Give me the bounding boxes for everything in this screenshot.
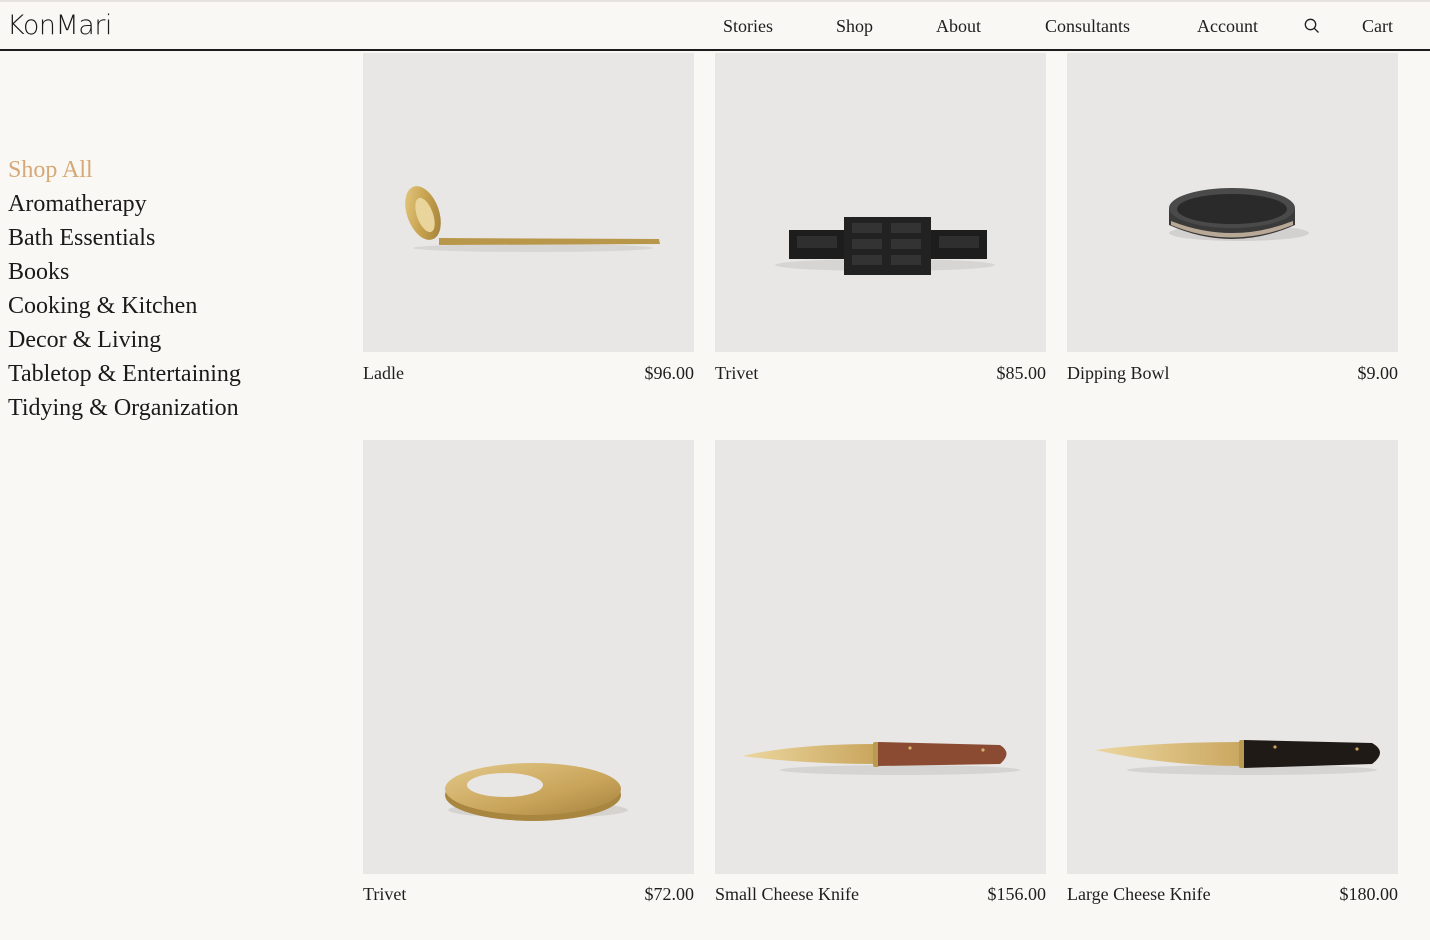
product-price: $156.00 xyxy=(987,884,1047,904)
nav-shop[interactable]: Shop xyxy=(836,16,873,37)
search-icon xyxy=(1304,18,1319,33)
category-cooking-kitchen[interactable]: Cooking & Kitchen xyxy=(8,294,197,318)
product-name[interactable]: Large Cheese Knife xyxy=(1067,884,1211,905)
nav-stories[interactable]: Stories xyxy=(723,16,773,37)
small-cheese-knife-image xyxy=(742,742,1020,775)
product-price: $9.00 xyxy=(1357,363,1399,383)
nav-account[interactable]: Account xyxy=(1197,16,1258,37)
site-header: KonMari Stories Shop About Consultants A… xyxy=(0,0,1430,51)
category-books[interactable]: Books xyxy=(8,260,69,284)
product-price: $72.00 xyxy=(644,884,695,904)
product-name[interactable]: Dipping Bowl xyxy=(1067,363,1170,384)
product-price: $180.00 xyxy=(1339,884,1399,904)
category-tidying-organization[interactable]: Tidying & Organization xyxy=(8,396,239,420)
product-card[interactable]: Dipping Bowl $9.00 xyxy=(1067,53,1398,388)
product-image[interactable] xyxy=(363,440,694,874)
product-card[interactable]: Ladle $96.00 xyxy=(363,53,694,388)
trivet-black-image xyxy=(775,217,995,275)
product-image[interactable] xyxy=(1067,53,1398,352)
product-name[interactable]: Ladle xyxy=(363,363,404,384)
product-card[interactable]: Large Cheese Knife $180.00 xyxy=(1067,440,1398,910)
brass-trivet-image xyxy=(445,763,628,821)
category-bath-essentials[interactable]: Bath Essentials xyxy=(8,226,155,250)
product-image[interactable] xyxy=(715,440,1046,874)
product-image[interactable] xyxy=(1067,440,1398,874)
category-aromatherapy[interactable]: Aromatherapy xyxy=(8,192,147,216)
product-card[interactable]: Small Cheese Knife $156.00 xyxy=(715,440,1046,910)
nav-cart[interactable]: Cart xyxy=(1362,16,1393,37)
product-card[interactable]: Trivet $85.00 xyxy=(715,53,1046,388)
product-card[interactable]: Trivet $72.00 xyxy=(363,440,694,910)
category-decor-living[interactable]: Decor & Living xyxy=(8,328,161,352)
category-shop-all[interactable]: Shop All xyxy=(8,158,93,182)
product-image[interactable] xyxy=(363,53,694,352)
product-name[interactable]: Small Cheese Knife xyxy=(715,884,859,905)
category-tabletop-entertaining[interactable]: Tabletop & Entertaining xyxy=(8,362,241,386)
search-button[interactable] xyxy=(1303,17,1321,35)
product-price: $85.00 xyxy=(996,363,1047,383)
product-price: $96.00 xyxy=(644,363,695,383)
product-image[interactable] xyxy=(715,53,1046,352)
product-name[interactable]: Trivet xyxy=(363,884,406,905)
dipping-bowl-image xyxy=(1169,188,1309,241)
logo[interactable]: KonMari xyxy=(7,10,112,41)
ladle-image xyxy=(405,186,660,252)
nav-consultants[interactable]: Consultants xyxy=(1045,16,1130,37)
large-cheese-knife-image xyxy=(1095,740,1380,775)
product-name[interactable]: Trivet xyxy=(715,363,758,384)
nav-about[interactable]: About xyxy=(936,16,981,37)
